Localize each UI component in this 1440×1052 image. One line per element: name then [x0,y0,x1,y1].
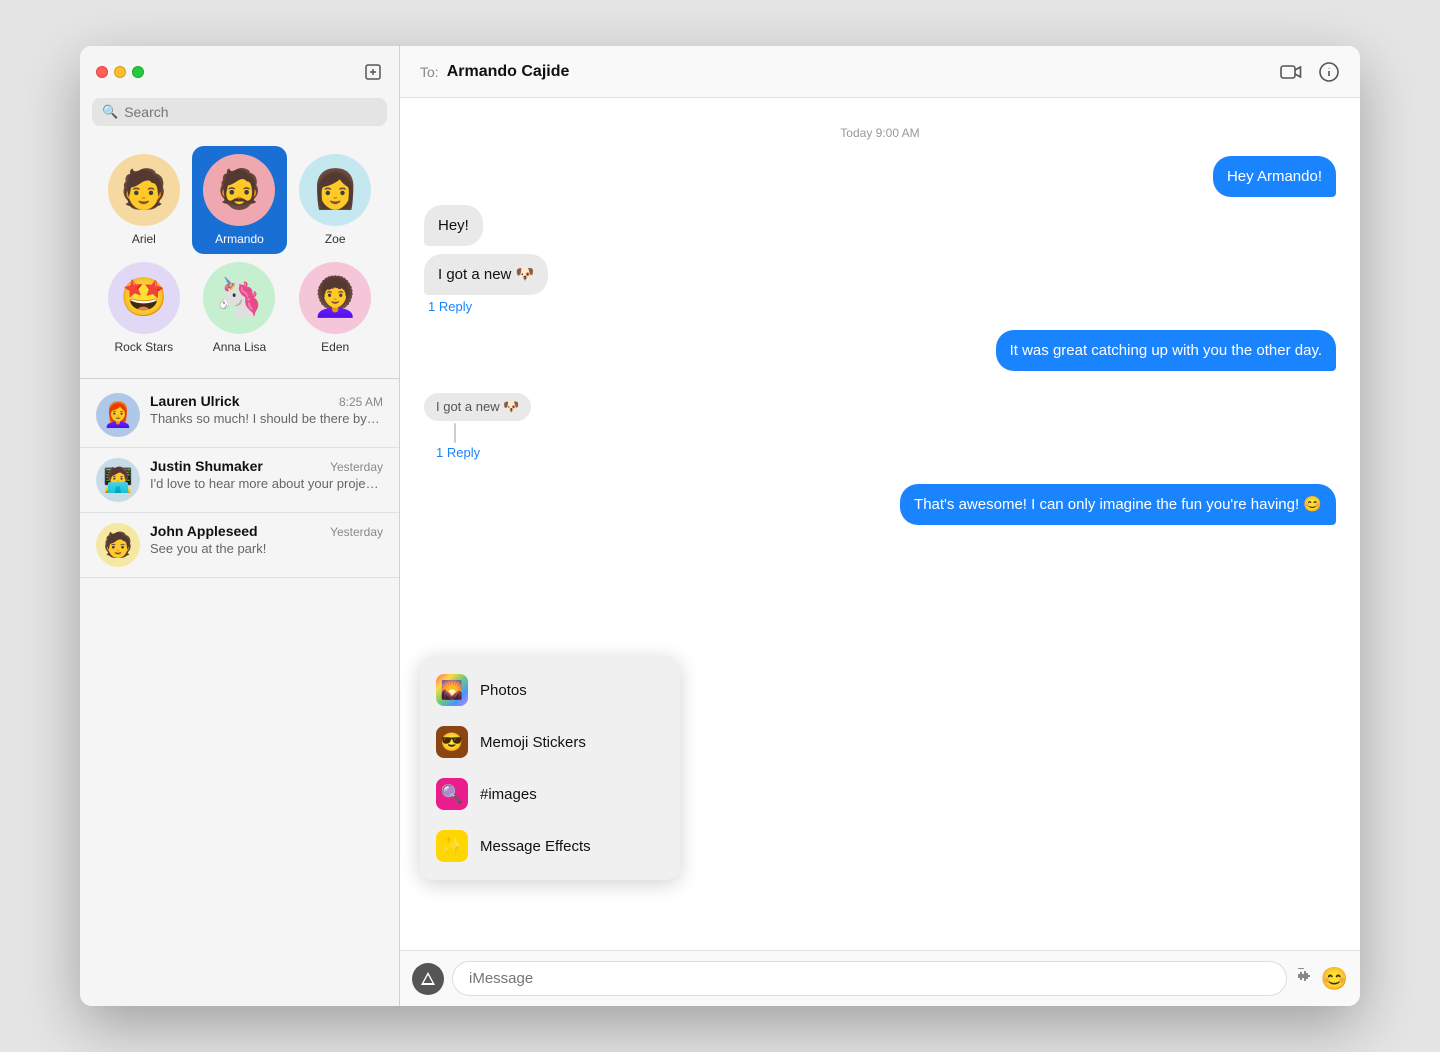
conv-header-john: John Appleseed Yesterday [150,523,383,539]
pinned-name-ariel: Ariel [132,232,156,246]
conversation-item-justin[interactable]: 🧑‍💻 Justin Shumaker Yesterday I'd love to h… [80,448,399,513]
timestamp: Today 9:00 AM [424,126,1336,140]
header-actions [1280,61,1340,83]
conv-content-lauren: Lauren Ulrick 8:25 AM Thanks so much! I sh… [150,393,383,426]
messages-container: Today 9:00 AM Hey Armando! Hey! I got a … [400,98,1360,950]
conversation-item-john[interactable]: 🧑 John Appleseed Yesterday See you at the p… [80,513,399,578]
conv-name-john: John Appleseed [150,523,258,539]
bubble-6: That's awesome! I can only imagine the f… [900,484,1336,525]
pinned-name-anna-lisa: Anna Lisa [213,340,266,354]
messages-window: 🔍 🧑 Ariel 🧔 Armando 👩 Zoe 🤩 Rock Stars 🦄 Anna Lis… [80,46,1360,1006]
pinned-avatar-armando: 🧔 [203,154,275,226]
conv-name-lauren: Lauren Ulrick [150,393,239,409]
message-row-3: I got a new 🐶 1 Reply [424,254,1336,314]
pinned-item-eden[interactable]: 👩‍🦱 Eden [287,254,383,362]
pinned-name-eden: Eden [321,340,349,354]
images-label: #images [480,786,537,803]
message-row-2: Hey! [424,205,1336,246]
message-row-4: It was great catching up with you the ot… [424,330,1336,371]
pinned-name-zoe: Zoe [325,232,346,246]
media-picker-item-effects[interactable]: ✨ Message Effects [420,820,680,872]
chat-header: To: Armando Cajide [400,46,1360,98]
photos-icon: 🌄 [436,674,468,706]
pinned-name-armando: Armando [215,232,264,246]
pinned-item-armando[interactable]: 🧔 Armando [192,146,288,254]
emoji-button[interactable]: 😊 [1321,966,1348,992]
video-call-button[interactable] [1280,64,1302,80]
minimize-button[interactable] [114,66,126,78]
bubble-1: Hey Armando! [1213,156,1336,197]
message-row-1: Hey Armando! [424,156,1336,197]
pinned-item-rock-stars[interactable]: 🤩 Rock Stars [96,254,192,362]
to-label: To: [420,64,439,80]
conv-avatar-john: 🧑 [96,523,140,567]
thread-connector [454,423,456,443]
thread-reply-link[interactable]: 1 Reply [436,445,480,460]
pinned-avatar-rock-stars: 🤩 [108,262,180,334]
audio-button[interactable] [1295,967,1313,990]
conv-avatar-justin: 🧑‍💻 [96,458,140,502]
traffic-lights [96,66,144,78]
recipient-name: Armando Cajide [447,63,1272,81]
chat-area: To: Armando Cajide Today 9 [400,46,1360,1006]
pinned-item-ariel[interactable]: 🧑 Ariel [96,146,192,254]
search-icon: 🔍 [102,104,118,120]
conv-time-justin: Yesterday [330,460,383,474]
titlebar [80,46,399,98]
conv-content-justin: Justin Shumaker Yesterday I'd love to hear… [150,458,383,491]
bubble-2: Hey! [424,205,483,246]
bubble-3: I got a new 🐶 [424,254,548,295]
close-button[interactable] [96,66,108,78]
pinned-contacts-grid: 🧑 Ariel 🧔 Armando 👩 Zoe 🤩 Rock Stars 🦄 Anna Lisa 👩… [80,138,399,378]
conversation-list: 👩‍🦰 Lauren Ulrick 8:25 AM Thanks so much! I… [80,383,399,1006]
memoji-label: Memoji Stickers [480,734,586,751]
conv-header-lauren: Lauren Ulrick 8:25 AM [150,393,383,409]
pinned-item-zoe[interactable]: 👩 Zoe [287,146,383,254]
info-button[interactable] [1318,61,1340,83]
conversation-item-lauren[interactable]: 👩‍🦰 Lauren Ulrick 8:25 AM Thanks so much! I… [80,383,399,448]
message-input-bar: 😊 [400,950,1360,1006]
effects-icon: ✨ [436,830,468,862]
conv-preview-john: See you at the park! [150,541,383,556]
maximize-button[interactable] [132,66,144,78]
sidebar: 🔍 🧑 Ariel 🧔 Armando 👩 Zoe 🤩 Rock Stars 🦄 Anna Lis… [80,46,400,1006]
thread-group: I got a new 🐶 1 Reply [424,393,1336,460]
images-icon: 🔍 [436,778,468,810]
media-picker-item-photos[interactable]: 🌄 Photos [420,664,680,716]
media-picker-item-images[interactable]: 🔍 #images [420,768,680,820]
message-row-6: That's awesome! I can only imagine the f… [424,484,1336,525]
conv-avatar-lauren: 👩‍🦰 [96,393,140,437]
thread-quoted-bubble: I got a new 🐶 [424,393,531,421]
memoji-icon: 😎 [436,726,468,758]
search-bar[interactable]: 🔍 [92,98,387,126]
app-store-button[interactable] [412,963,444,995]
pinned-avatar-ariel: 🧑 [108,154,180,226]
pinned-avatar-anna-lisa: 🦄 [203,262,275,334]
conv-time-lauren: 8:25 AM [339,395,383,409]
conv-preview-lauren: Thanks so much! I should be there by 9:0… [150,411,383,426]
effects-label: Message Effects [480,838,591,855]
media-picker-popup: 🌄 Photos 😎 Memoji Stickers 🔍 #images ✨ Message … [420,656,680,880]
conv-name-justin: Justin Shumaker [150,458,263,474]
pinned-avatar-zoe: 👩 [299,154,371,226]
divider [80,378,399,379]
compose-button[interactable] [363,62,383,82]
conv-content-john: John Appleseed Yesterday See you at the pa… [150,523,383,556]
pinned-name-rock-stars: Rock Stars [114,340,173,354]
photos-label: Photos [480,682,527,699]
message-input[interactable] [452,961,1287,996]
pinned-item-anna-lisa[interactable]: 🦄 Anna Lisa [192,254,288,362]
media-picker-item-memoji[interactable]: 😎 Memoji Stickers [420,716,680,768]
bubble-4: It was great catching up with you the ot… [996,330,1336,371]
conv-time-john: Yesterday [330,525,383,539]
conv-header-justin: Justin Shumaker Yesterday [150,458,383,474]
reply-count-1[interactable]: 1 Reply [424,299,472,314]
conv-preview-justin: I'd love to hear more about your project… [150,476,383,491]
search-input[interactable] [124,104,377,120]
pinned-avatar-eden: 👩‍🦱 [299,262,371,334]
